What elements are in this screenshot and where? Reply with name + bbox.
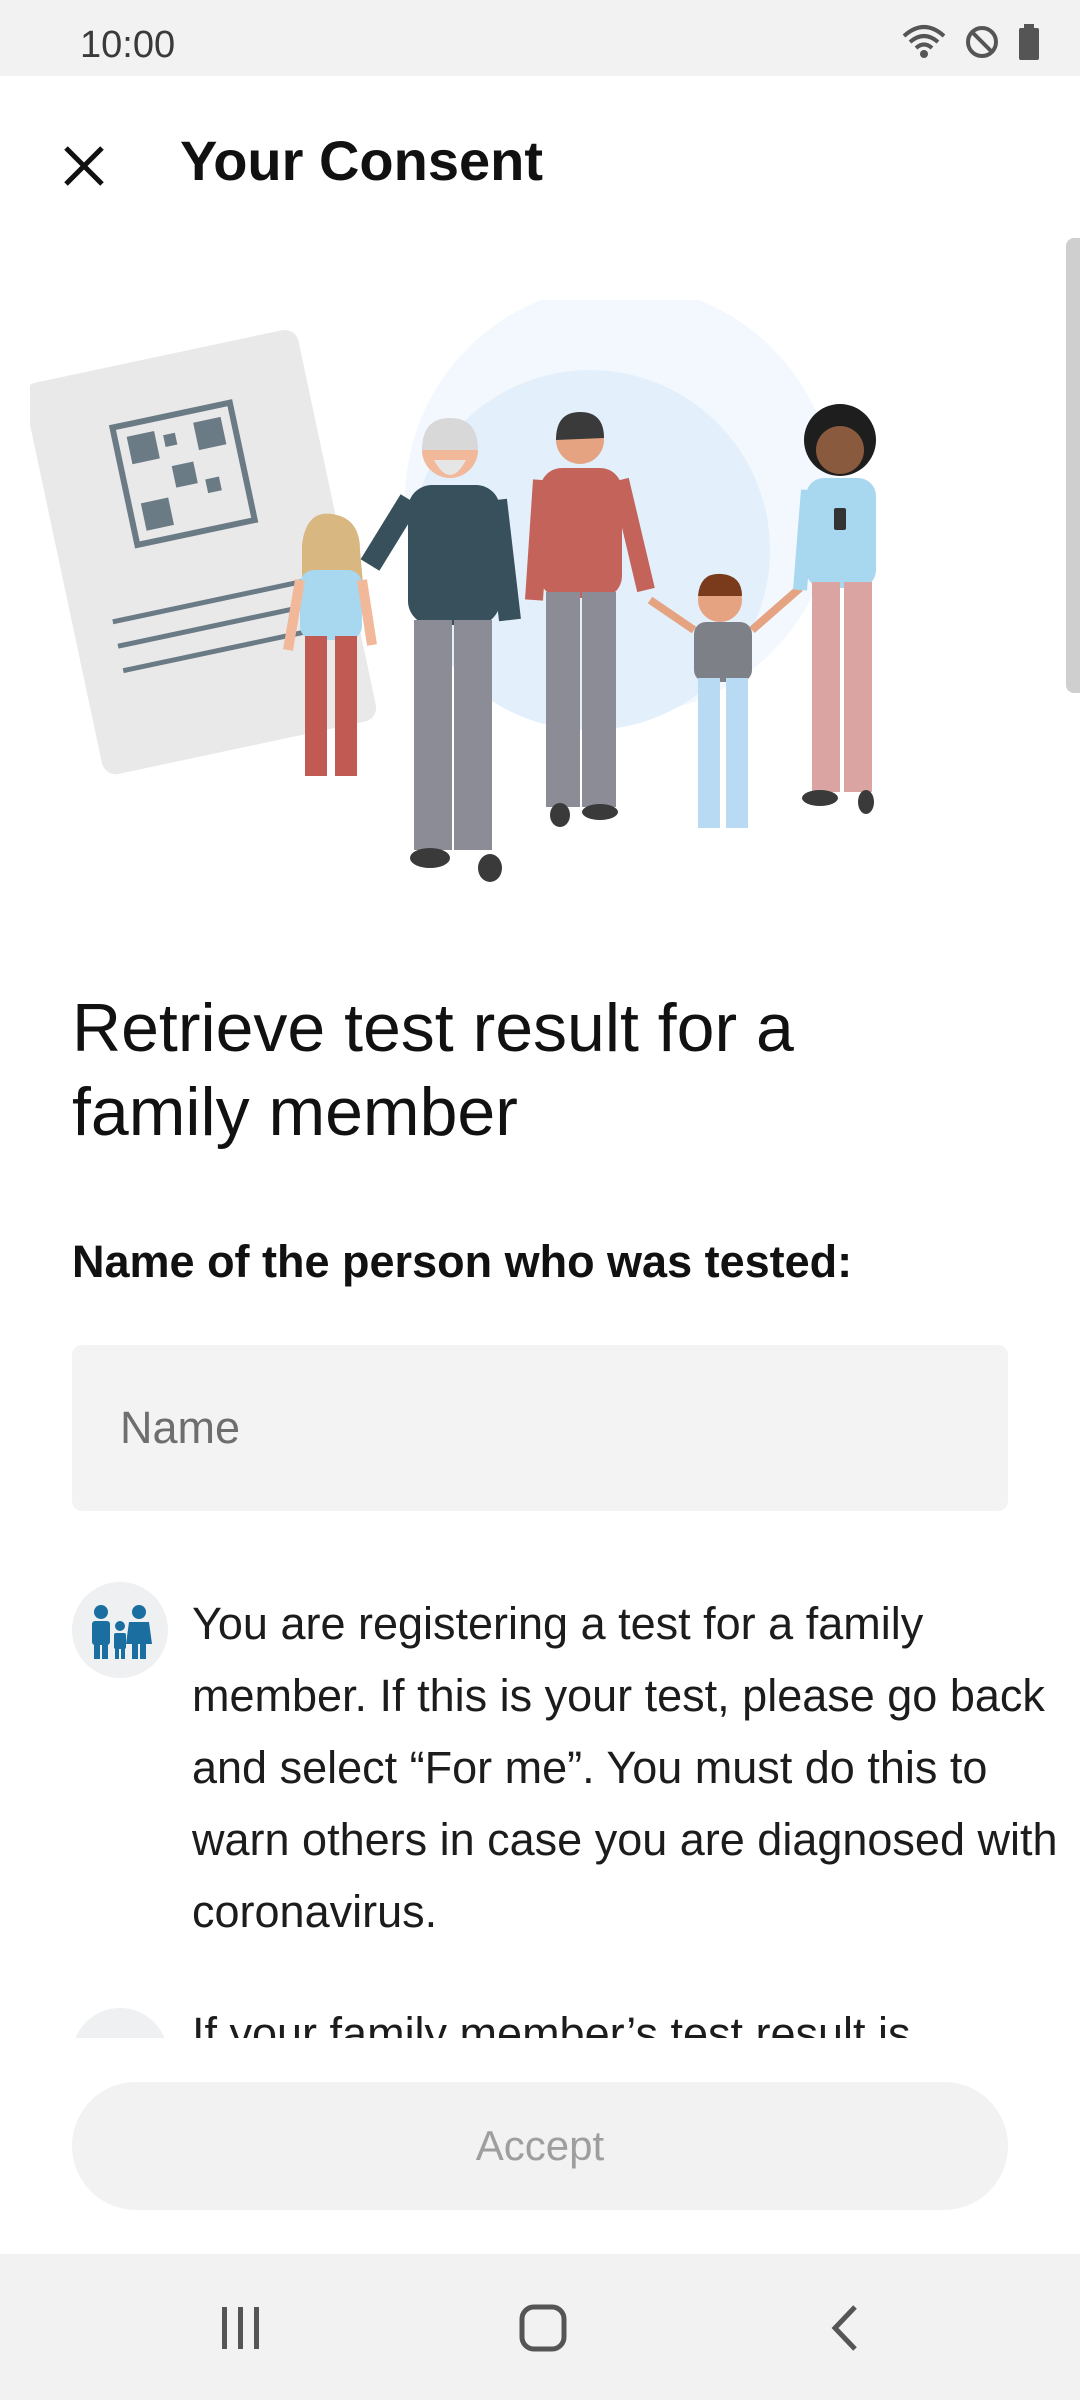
status-bar: 10:00 xyxy=(0,0,1080,76)
clipped-info-row: If your family member’s test result is xyxy=(72,2008,1032,2038)
app-bar: Your Consent xyxy=(0,76,1080,252)
accept-button[interactable]: Accept xyxy=(72,2082,1008,2210)
footer: Accept xyxy=(0,2040,1080,2254)
family-icon xyxy=(72,1582,168,1678)
info-row-icon xyxy=(72,2008,168,2038)
recent-apps-icon xyxy=(222,2307,259,2349)
family-illustration xyxy=(30,300,876,882)
scrollbar[interactable] xyxy=(1066,238,1080,693)
family-info-text: You are registering a test for a family … xyxy=(192,1598,1058,1937)
back-icon xyxy=(831,2305,857,2351)
home-icon xyxy=(519,2304,567,2352)
recent-apps-button[interactable] xyxy=(196,2290,286,2366)
close-icon xyxy=(64,146,104,186)
wifi-icon xyxy=(902,24,946,65)
status-icons xyxy=(902,24,1040,65)
back-button[interactable] xyxy=(800,2290,890,2366)
name-input[interactable] xyxy=(72,1345,1008,1511)
page-heading: Retrieve test result for a family member xyxy=(72,990,794,1150)
clipped-info-text: If your family member’s test result is xyxy=(192,2008,911,2038)
do-not-disturb-icon xyxy=(964,24,1000,65)
home-button[interactable] xyxy=(498,2290,588,2366)
close-button[interactable] xyxy=(40,122,128,210)
status-time: 10:00 xyxy=(80,24,176,66)
battery-icon xyxy=(1018,24,1040,65)
navigation-bar xyxy=(0,2254,1080,2400)
page-title: Your Consent xyxy=(180,129,543,192)
name-field-label: Name of the person who was tested: xyxy=(72,1236,853,1287)
